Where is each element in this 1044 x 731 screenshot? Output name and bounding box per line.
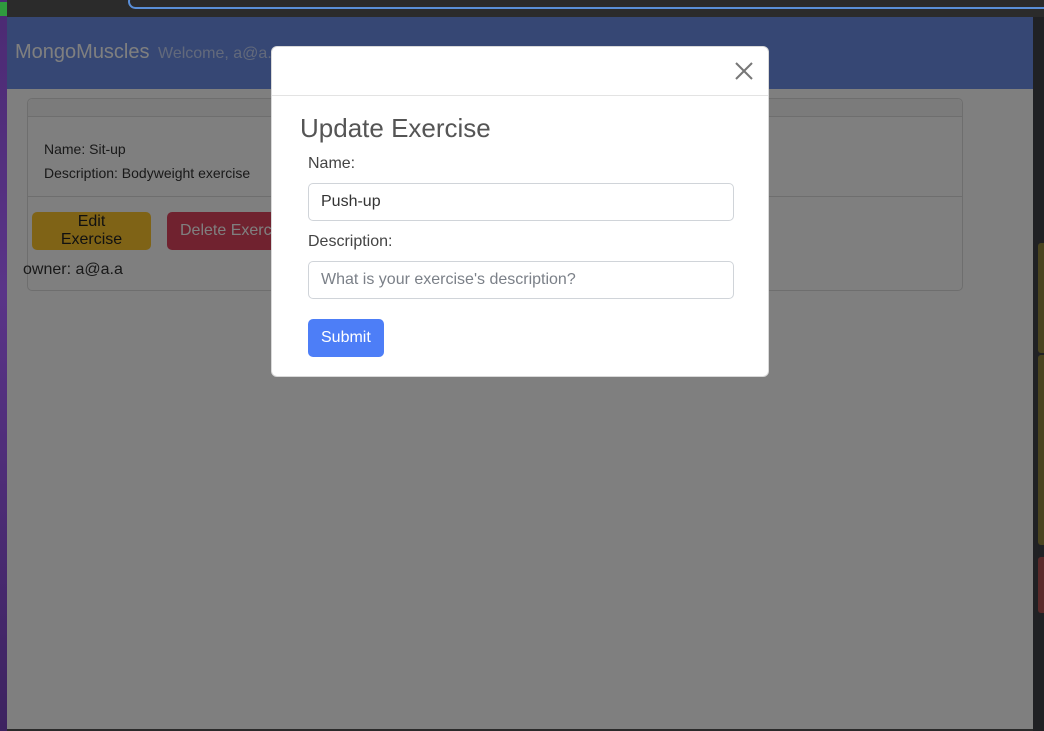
desktop-edge <box>0 0 7 731</box>
devtools-panel <box>1033 17 1044 731</box>
modal-title: Update Exercise <box>300 113 491 143</box>
devtools-marker <box>1038 243 1044 353</box>
devtools-marker <box>1038 557 1044 613</box>
description-input[interactable] <box>308 261 734 299</box>
desktop-edge-accent <box>0 2 7 16</box>
update-exercise-modal: Update Exercise Name: Description: Submi… <box>271 46 769 377</box>
name-input[interactable] <box>308 183 734 221</box>
address-bar[interactable] <box>128 0 1044 9</box>
modal-header <box>272 47 768 96</box>
name-label: Name: <box>308 155 356 172</box>
devtools-marker <box>1038 355 1044 545</box>
description-label: Description: <box>308 233 393 250</box>
submit-button[interactable]: Submit <box>308 319 384 357</box>
browser-toolbar <box>0 0 1044 17</box>
close-icon[interactable] <box>732 59 756 83</box>
